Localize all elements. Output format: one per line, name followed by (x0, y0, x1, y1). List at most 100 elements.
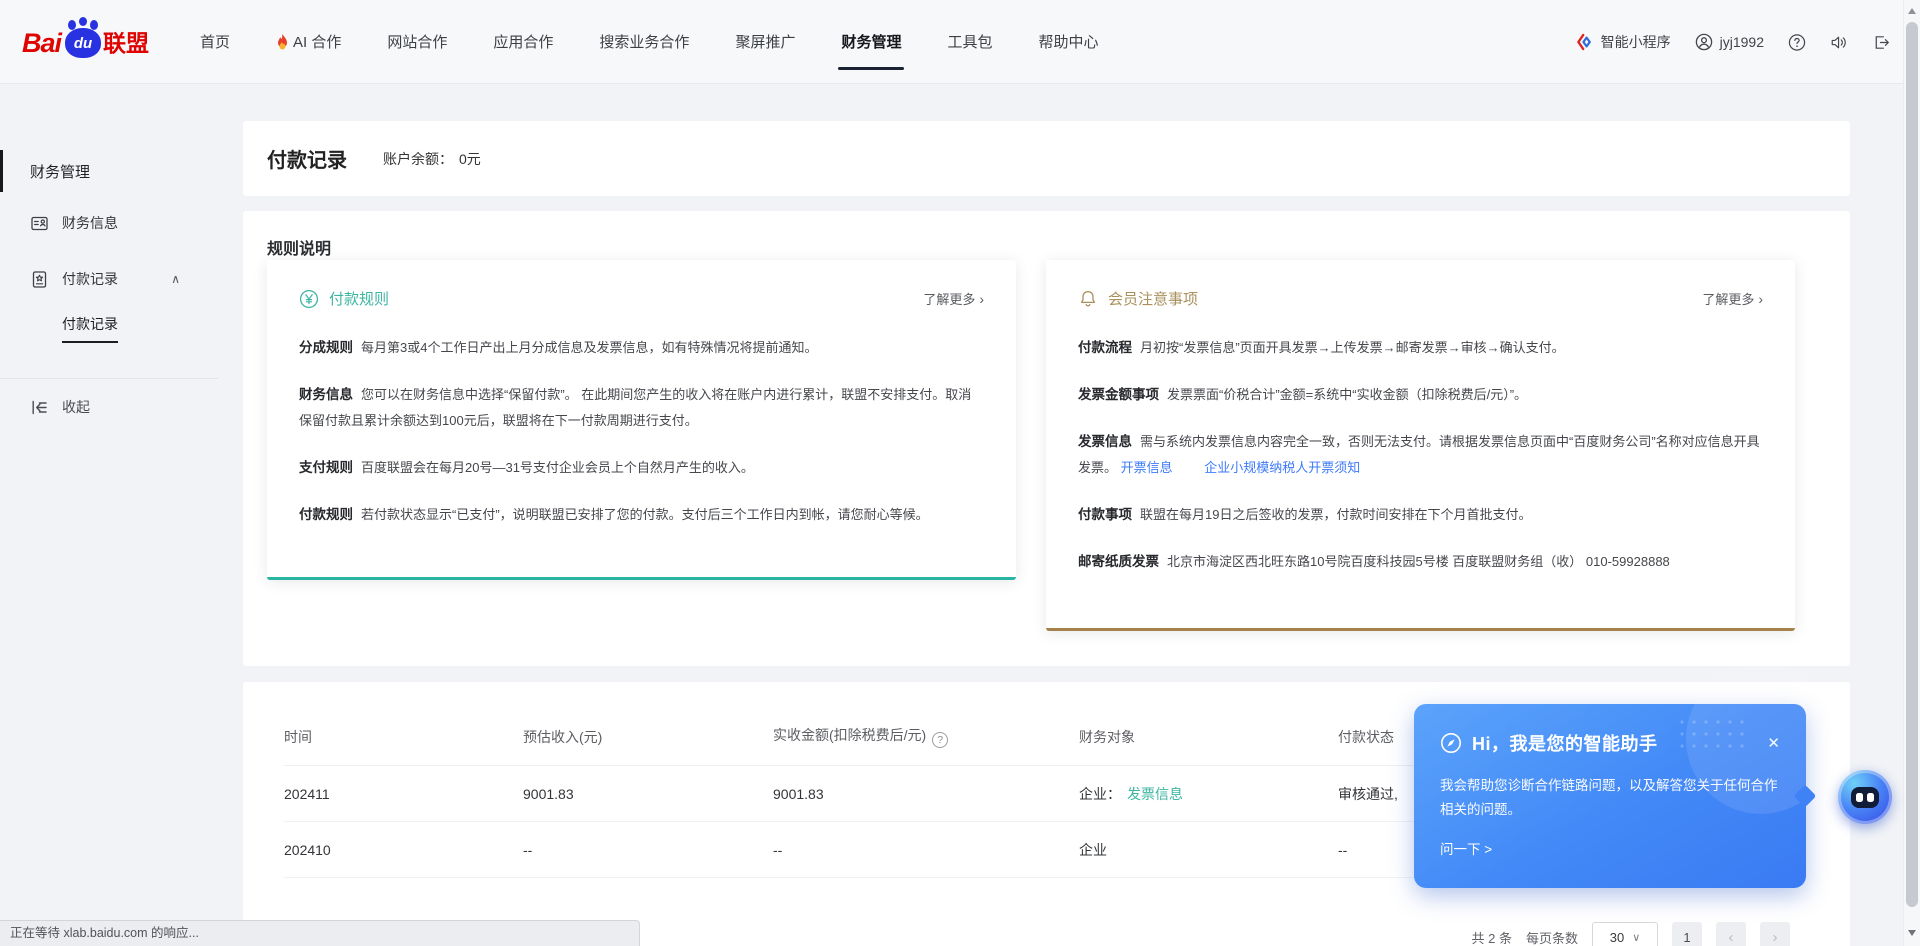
page-header-card: 付款记录 账户余额：0元 (243, 121, 1850, 196)
baidu-union-logo[interactable]: Bai du 联盟 (22, 24, 149, 59)
payment-record-icon (30, 270, 49, 289)
sidebar-collapse-button[interactable]: 收起 (0, 379, 218, 435)
col-finance-target: 财务对象 (1079, 727, 1338, 747)
chevron-up-icon[interactable]: ∧ (171, 272, 180, 286)
cell-target: 企业：发票信息 (1079, 784, 1338, 804)
small-taxpayer-guide-link[interactable]: 企业小规模纳税人开票须知 (1204, 460, 1360, 475)
ask-now-link[interactable]: 问一下 > (1440, 838, 1780, 858)
prev-page-button[interactable]: ‹ (1716, 922, 1746, 946)
member-notes-title: 会员注意事项 (1108, 288, 1198, 309)
page-size-select[interactable]: 30 ∨ (1592, 922, 1658, 946)
rule-item: 财务信息您可以在财务信息中选择“保留付款”。 在此期间您产生的收入将在账户内进行… (299, 382, 984, 434)
rules-section-title: 规则说明 (267, 235, 1826, 259)
cell-actual: -- (773, 842, 1079, 858)
hot-flame-icon (276, 34, 289, 50)
assistant-popup: Hi，我是您的智能助手 ✕ 我会帮助您诊断合作链路问题，以及解答您关于任何合作相… (1414, 704, 1806, 888)
speaker-icon (1830, 33, 1848, 51)
id-card-icon (30, 214, 49, 233)
account-balance: 账户余额：0元 (383, 149, 481, 169)
top-navbar: Bai du 联盟 首页 AI 合作 网站合作 应用合作 搜索业务合作 聚屏推广… (0, 0, 1920, 84)
compass-icon (1440, 732, 1462, 754)
username: jyj1992 (1720, 34, 1764, 50)
member-notes-card: 会员注意事项 了解更多› 付款流程月初按“发票信息”页面开具发票→上传发票→邮寄… (1046, 260, 1795, 631)
per-page-label: 每页条数 (1526, 928, 1578, 946)
vertical-scrollbar[interactable] (1903, 0, 1920, 946)
page-title: 付款记录 (267, 144, 347, 173)
assistant-message: 我会帮助您诊断合作链路问题，以及解答您关于任何合作相关的问题。 (1440, 774, 1780, 822)
nav-item-app[interactable]: 应用合作 (470, 0, 576, 84)
scrollbar-thumb[interactable] (1906, 22, 1918, 907)
main-menu: 首页 AI 合作 网站合作 应用合作 搜索业务合作 聚屏推广 财务管理 工具包 … (177, 0, 1121, 84)
sidebar-item-payment-records[interactable]: 付款记录 ∧ (0, 254, 218, 304)
cell-target: 企业 (1079, 840, 1338, 860)
logout-button[interactable] (1872, 33, 1890, 51)
rule-item: 付款流程月初按“发票信息”页面开具发票→上传发票→邮寄发票→审核→确认支付。 (1078, 335, 1763, 361)
logout-icon (1872, 33, 1890, 51)
col-actual-amount: 实收金额(扣除税费后/元)? (773, 725, 1079, 748)
page-number-button[interactable]: 1 (1672, 922, 1702, 946)
next-page-button[interactable]: › (1760, 922, 1790, 946)
nav-item-home[interactable]: 首页 (177, 0, 253, 84)
nav-item-finance[interactable]: 财务管理 (818, 0, 924, 84)
close-icon[interactable]: ✕ (1767, 734, 1780, 752)
sidebar-section-finance[interactable]: 财务管理 (0, 150, 218, 192)
member-notes-more-link[interactable]: 了解更多› (1702, 289, 1763, 308)
page: Bai du 联盟 首页 AI 合作 网站合作 应用合作 搜索业务合作 聚屏推广… (0, 0, 1920, 946)
chevron-right-icon: › (1758, 291, 1763, 307)
cell-time: 202410 (284, 842, 523, 858)
rule-item: 发票金额事项发票票面“价税合计”金额=系统中“实收金额（扣除税费后/元）”。 (1078, 382, 1763, 408)
rule-item: 分成规则每月第3或4个工作日产出上月分成信息及发票信息，如有特殊情况将提前通知。 (299, 335, 984, 361)
bell-icon (1078, 289, 1098, 309)
user-icon (1695, 33, 1713, 51)
collapse-icon (30, 398, 49, 417)
payment-rules-card: 付款规则 了解更多› 分成规则每月第3或4个工作日产出上月分成信息及发票信息，如… (267, 260, 1016, 580)
col-estimated-income: 预估收入(元) (523, 727, 773, 747)
pagination: 共 2 条 每页条数 30 ∨ 1 ‹ › (1472, 922, 1790, 946)
browser-status-bubble: 正在等待 xlab.baidu.com 的响应... (0, 920, 640, 946)
rule-item: 发票信息需与系统内发票信息内容完全一致，否则无法支付。请根据发票信息页面中“百度… (1078, 429, 1763, 481)
balance-value: 0元 (459, 151, 481, 167)
assistant-robot-button[interactable] (1838, 770, 1892, 824)
sound-button[interactable] (1830, 33, 1848, 51)
scroll-down-arrow-icon[interactable] (1908, 930, 1916, 936)
rule-item: 支付规则百度联盟会在每月20号—31号支付企业会员上个自然月产生的收入。 (299, 455, 984, 481)
cell-estimated: -- (523, 842, 773, 858)
logo-text-bai: Bai (22, 28, 61, 59)
navbar-right: 智能小程序 jyj1992 (1576, 0, 1890, 84)
scroll-up-arrow-icon[interactable] (1908, 8, 1916, 14)
sidebar-subitem-payment-records-active[interactable]: 付款记录 (0, 304, 218, 352)
baidu-paw-icon: du (65, 28, 101, 58)
chevron-right-icon: › (979, 291, 984, 307)
cell-estimated: 9001.83 (523, 786, 773, 802)
nav-item-ai[interactable]: AI 合作 (253, 0, 364, 84)
rule-item: 付款规则若付款状态显示“已支付”，说明联盟已安排了您的付款。支付后三个工作日内到… (299, 502, 984, 528)
sidebar-item-finance-info[interactable]: 财务信息 (0, 198, 218, 248)
logo-text-union: 联盟 (103, 24, 149, 58)
question-circle-icon[interactable]: ? (932, 732, 948, 748)
cell-actual: 9001.83 (773, 786, 1079, 802)
rule-item: 付款事项联盟在每月19日之后签收的发票，付款时间安排在下个月首批支付。 (1078, 502, 1763, 528)
rule-item: 邮寄纸质发票北京市海淀区西北旺东路10号院百度科技园5号楼 百度联盟财务组（收）… (1078, 549, 1763, 575)
rules-section: 规则说明 付款规则 了解更多› 分成规则每月第3或4个工作日产出上月分成信息及发… (243, 211, 1850, 666)
invoice-info-table-link[interactable]: 发票信息 (1127, 786, 1183, 802)
miniprogram-entry[interactable]: 智能小程序 (1576, 32, 1671, 52)
col-time: 时间 (284, 727, 523, 747)
assistant-title: Hi，我是您的智能助手 (1472, 730, 1658, 756)
decor-dots (1676, 716, 1746, 750)
payment-rules-title: 付款规则 (329, 288, 389, 309)
nav-item-toolkit[interactable]: 工具包 (924, 0, 1015, 84)
cell-time: 202411 (284, 786, 523, 802)
invoice-info-link[interactable]: 开票信息 (1121, 460, 1173, 475)
nav-item-website[interactable]: 网站合作 (364, 0, 470, 84)
nav-item-help-center[interactable]: 帮助中心 (1015, 0, 1121, 84)
help-icon (1788, 33, 1806, 51)
nav-item-search-business[interactable]: 搜索业务合作 (576, 0, 712, 84)
sidebar: 财务管理 财务信息 付款记录 ∧ 付款记录 收起 (0, 84, 218, 946)
user-account[interactable]: jyj1992 (1695, 33, 1764, 51)
help-button[interactable] (1788, 33, 1806, 51)
coin-icon (299, 289, 319, 309)
payment-rules-more-link[interactable]: 了解更多› (923, 289, 984, 308)
miniprogram-diamond-icon (1576, 33, 1594, 51)
robot-face-icon (1851, 787, 1879, 808)
nav-item-screen-promo[interactable]: 聚屏推广 (712, 0, 818, 84)
